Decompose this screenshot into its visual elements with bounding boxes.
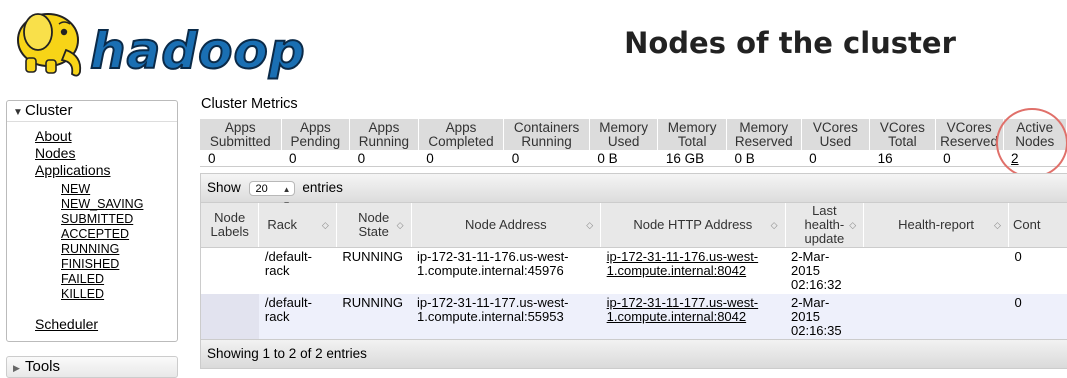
sort-icon: ◇ xyxy=(770,220,778,230)
cell-node-labels xyxy=(201,248,259,295)
cell-containers: 0 xyxy=(1014,249,1022,264)
app-state-finished-link[interactable]: FINISHED xyxy=(61,257,119,271)
node-http-address-link[interactable]: ip-172-31-11-176.us-west- 1.compute.inter… xyxy=(607,249,759,278)
metric-header: Memory Total xyxy=(657,119,727,150)
cell-health-report xyxy=(863,294,1009,340)
entries-label: entries xyxy=(302,180,343,195)
page-title: Nodes of the cluster xyxy=(624,26,956,60)
col-rack[interactable]: Rack ◇ xyxy=(258,203,337,248)
collapse-triangle-icon: ▼ xyxy=(13,107,23,118)
nodes-table: Node Labels Rack ◇ Node State ◇ Node Address… xyxy=(201,203,1067,340)
app-state-submitted-link[interactable]: SUBMITTED xyxy=(61,212,133,226)
sort-icon: ◇ xyxy=(994,220,1001,230)
nav-nodes-link[interactable]: Nodes xyxy=(35,145,75,161)
metric-header: Active Nodes xyxy=(1003,119,1067,150)
nodes-table-wrapper: Show 20▲▼ entries NodeLabels Rack◇ NodeS… xyxy=(200,173,1067,369)
metric-header: Memory Used xyxy=(589,119,659,150)
metric-apps-completed: 0 xyxy=(418,150,504,167)
hadoop-wordmark: hadoop xyxy=(89,21,304,81)
metric-vcores-reserved: 0 xyxy=(935,150,1004,167)
col-health-report[interactable]: Health-report ◇ xyxy=(863,203,1009,248)
table-length-control: Show 20▲▼ entries xyxy=(201,174,1067,209)
cluster-section-header[interactable]: ▼ Cluster xyxy=(7,101,177,122)
metric-header: VCores Reserved xyxy=(935,119,1004,150)
metric-header: Apps Running xyxy=(349,119,419,150)
cluster-nav: ▼ Cluster About Nodes Applications NEW NE… xyxy=(6,100,178,342)
cell-last-health-update: 2-Mar- 2015 02:16:35 xyxy=(785,294,864,340)
cell-containers: 0 xyxy=(1008,294,1067,340)
col-node-state[interactable]: Node State ◇ xyxy=(336,203,412,248)
page-size-select[interactable]: 20▲▼ xyxy=(248,180,295,209)
cell-rack: /default-rack xyxy=(264,249,312,278)
metric-vcores-total: 16 xyxy=(869,150,936,167)
metric-apps-pending: 0 xyxy=(281,150,350,167)
app-state-accepted-link[interactable]: ACCEPTED xyxy=(61,227,129,241)
nav-scheduler-link[interactable]: Scheduler xyxy=(35,316,98,332)
metric-apps-running: 0 xyxy=(349,150,419,167)
table-info-footer: Showing 1 to 2 of 2 entries xyxy=(201,339,1067,368)
app-state-killed-link[interactable]: KILLED xyxy=(61,287,104,301)
sort-icon: ◇ xyxy=(396,220,404,230)
metric-header: Containers Running xyxy=(503,119,590,150)
sort-icon: ◇ xyxy=(321,220,329,230)
tools-section-header[interactable]: ▶ Tools xyxy=(6,356,178,378)
sort-icon: ◇ xyxy=(586,220,594,230)
metric-vcores-used: 0 xyxy=(801,150,870,167)
active-nodes-link[interactable]: 2 xyxy=(1011,151,1019,166)
metric-header: VCores Total xyxy=(869,119,936,150)
metric-containers-running: 0 xyxy=(503,150,590,167)
cluster-metrics-table: Apps Submitted Apps Pending Apps Running Ap… xyxy=(200,119,1067,167)
expand-triangle-icon: ▶ xyxy=(13,363,20,373)
logo-text: hadoop xyxy=(90,22,304,80)
cell-node-state: RUNNING xyxy=(336,294,412,340)
cell-rack: /default-rack xyxy=(258,294,337,340)
metric-header: VCores Used xyxy=(801,119,871,150)
sort-icon: ◇ xyxy=(849,220,857,230)
col-containers[interactable]: Cont xyxy=(1008,203,1067,248)
cluster-metrics-title: Cluster Metrics xyxy=(201,96,298,112)
cell-last-health-update: 2-Mar- 2015 02:16:32 xyxy=(791,249,842,292)
cell-health-report xyxy=(864,248,1009,295)
cluster-label: Cluster xyxy=(25,102,73,119)
col-node-address[interactable]: Node Address ◇ xyxy=(411,203,602,248)
node-http-address-link[interactable]: ip-172-31-11-177.us-west- 1.compute.inter… xyxy=(607,295,759,324)
app-state-running-link[interactable]: RUNNING xyxy=(61,242,119,256)
table-row: /default-rack RUNNING ip-172-31-11-177.u… xyxy=(201,294,1067,340)
metric-header: Apps Completed xyxy=(418,119,505,150)
sidebar: ▼ Cluster About Nodes Applications NEW NE… xyxy=(6,100,178,378)
app-state-list: NEW NEW_SAVING SUBMITTED ACCEPTED RUNNIN… xyxy=(35,182,177,302)
col-last-health-update[interactable]: Last health-update ◇ xyxy=(785,203,865,248)
app-state-new-link[interactable]: NEW xyxy=(61,182,90,196)
col-node-http-address[interactable]: Node HTTP Address ◇ xyxy=(600,203,786,248)
metric-apps-submitted: 0 xyxy=(200,150,282,167)
table-row: /default-rack RUNNING ip-172-31-11-176.u… xyxy=(201,248,1067,295)
cell-node-address: ip-172-31-11-176.us-west- 1.compute.inter… xyxy=(417,249,569,278)
metric-header: Apps Pending xyxy=(281,119,351,150)
metric-memory-total: 16 GB xyxy=(657,150,727,167)
tools-label: Tools xyxy=(25,358,61,375)
nav-about-link[interactable]: About xyxy=(35,128,72,144)
cell-node-labels xyxy=(201,294,259,340)
metric-header: Apps Submitted xyxy=(200,119,282,150)
metric-header: Memory Reserved xyxy=(726,119,802,150)
app-state-failed-link[interactable]: FAILED xyxy=(61,272,104,286)
col-node-labels[interactable]: Node Labels xyxy=(201,203,260,248)
nav-applications-link[interactable]: Applications xyxy=(35,162,111,178)
app-state-new-saving-link[interactable]: NEW_SAVING xyxy=(61,197,143,211)
cell-node-address: ip-172-31-11-177.us-west- 1.compute.inter… xyxy=(411,294,601,340)
cell-node-state: RUNNING xyxy=(342,249,403,264)
hadoop-logo: hadoop xyxy=(4,2,304,86)
metric-memory-used: 0 B xyxy=(589,150,658,167)
metric-memory-reserved: 0 B xyxy=(726,150,802,167)
show-label: Show xyxy=(207,180,241,195)
